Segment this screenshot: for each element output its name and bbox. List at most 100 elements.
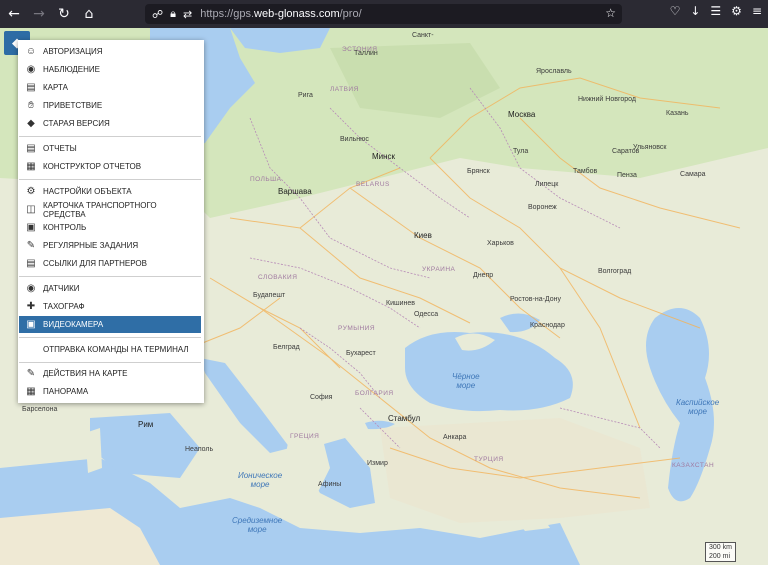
app-menu-icon[interactable]: ≡: [752, 4, 762, 18]
city-label: Липецк: [535, 181, 559, 188]
menu-item-label: НАБЛЮДЕНИЕ: [43, 65, 100, 74]
library-icon[interactable]: ☰: [710, 4, 721, 18]
city-label: Кишинев: [386, 300, 415, 307]
menu-item-reports[interactable]: ▤ ОТЧЕТЫ: [19, 140, 201, 157]
menu-item-object-settings[interactable]: ⚙ НАСТРОЙКИ ОБЪЕКТА: [19, 183, 201, 200]
menu-item-label: ДАТЧИКИ: [43, 284, 80, 293]
city-label: Ярославль: [536, 68, 572, 75]
control-icon: ▣: [26, 222, 36, 233]
city-label: София: [310, 394, 333, 401]
menu-divider: [19, 362, 201, 363]
city-label: Будапешт: [253, 292, 286, 299]
menu-item-send-command[interactable]: ОТПРАВКА КОМАНДЫ НА ТЕРМИНАЛ: [19, 341, 201, 358]
camera-icon: ▣: [26, 319, 36, 330]
menu-item-report-builder[interactable]: ▦ КОНСТРУКТОР ОТЧЕТОВ: [19, 158, 201, 175]
menu-item-label: СТАРАЯ ВЕРСИЯ: [43, 119, 110, 128]
country-label: ПОЛЬША: [250, 176, 282, 183]
url-prefix: https://gps.: [200, 8, 255, 20]
bookmark-star-icon[interactable]: ☆: [605, 6, 616, 20]
map-scale: 300 km 200 mi: [705, 542, 736, 562]
home-icon[interactable]: ⌂: [78, 3, 100, 25]
country-label: BELARUS: [356, 181, 390, 188]
menu-item-label: ОТПРАВКА КОМАНДЫ НА ТЕРМИНАЛ: [43, 345, 189, 354]
menu-item-panorama[interactable]: ▦ ПАНОРАМА: [19, 383, 201, 400]
forward-icon[interactable]: →: [28, 3, 50, 25]
menu-item-label: ПАНОРАМА: [43, 387, 89, 396]
city-label: Одесса: [414, 311, 439, 318]
menu-item-label: ТАХОГРАФ: [43, 302, 85, 311]
menu-item-label: ВИДЕОКАМЕРА: [43, 320, 104, 329]
menu-item-video-camera[interactable]: ▣ ВИДЕОКАМЕРА: [19, 316, 201, 333]
address-bar[interactable]: ☍ 🔒︎ ⇄ https://gps.web-glonass.com/pro/ …: [145, 4, 622, 24]
downloads-icon[interactable]: ↓: [690, 4, 700, 18]
sea-label: Каспийское море: [676, 398, 719, 416]
menu-item-label: ОТЧЕТЫ: [43, 144, 77, 153]
permissions-icon[interactable]: ⇄: [183, 8, 192, 21]
city-label: Минск: [372, 152, 396, 161]
back-icon[interactable]: ←: [3, 3, 25, 25]
menu-divider: [19, 179, 201, 180]
city-label: Белград: [273, 344, 300, 351]
menu-item-regular-tasks[interactable]: ✎ РЕГУЛЯРНЫЕ ЗАДАНИЯ: [19, 237, 201, 254]
menu-item-sensors[interactable]: ◉ ДАТЧИКИ: [19, 280, 201, 297]
lock-icon[interactable]: 🔒︎: [170, 7, 176, 21]
city-label: Днепр: [473, 272, 494, 279]
gear-icon: ⚙: [26, 186, 36, 197]
menu-item-label: ДЕЙСТВИЯ НА КАРТЕ: [43, 369, 128, 378]
shield-icon[interactable]: ☍: [152, 8, 163, 21]
menu-item-label: КОНСТРУКТОР ОТЧЕТОВ: [43, 162, 142, 171]
link-icon: ▤: [26, 258, 36, 269]
pocket-icon[interactable]: ♡: [670, 4, 681, 18]
sea-label: Чёрное море: [452, 372, 480, 390]
sensor-icon: ◉: [26, 283, 36, 294]
menu-item-label: ССЫЛКИ ДЛЯ ПАРТНЕРОВ: [43, 259, 147, 268]
menu-item-label: КОНТРОЛЬ: [43, 223, 87, 232]
country-label: УКРАИНА: [422, 266, 456, 273]
city-label: Рим: [138, 420, 154, 429]
url-path: /pro/: [339, 8, 362, 20]
map-icon: ▤: [26, 82, 36, 93]
menu-item-label: НАСТРОЙКИ ОБЪЕКТА: [43, 187, 132, 196]
city-label: Рига: [298, 92, 313, 99]
menu-item-vehicle-card[interactable]: ◫ КАРТОЧКА ТРАНСПОРТНОГО СРЕДСТВА: [19, 201, 201, 219]
reload-icon[interactable]: ↻: [53, 3, 75, 25]
scale-km: 300 km: [705, 542, 736, 552]
url-text[interactable]: https://gps.web-glonass.com/pro/: [200, 8, 361, 20]
city-label: Тула: [513, 148, 529, 155]
country-label: КАЗАХСТАН: [672, 462, 715, 469]
city-label: Варшава: [278, 187, 312, 196]
menu-item-map-actions[interactable]: ✎ ДЕЙСТВИЯ НА КАРТЕ: [19, 365, 201, 382]
menu-item-old-version[interactable]: ◆ СТАРАЯ ВЕРСИЯ: [19, 115, 201, 132]
browser-toolbar: ← → ↻ ⌂ ☍ 🔒︎ ⇄ https://gps.web-glonass.c…: [0, 0, 768, 28]
city-label: Измир: [367, 460, 388, 467]
country-label: СЛОВАКИЯ: [258, 274, 298, 281]
menu-item-monitoring[interactable]: ◉ НАБЛЮДЕНИЕ: [19, 61, 201, 78]
city-label: Ульяновск: [633, 144, 667, 151]
menu-item-label: РЕГУЛЯРНЫЕ ЗАДАНИЯ: [43, 241, 139, 250]
city-label: Краснодар: [530, 322, 565, 329]
country-label: ЛАТВИЯ: [330, 86, 359, 93]
menu-item-label: КАРТА: [43, 83, 68, 92]
toolbar-right-icons: ♡ ↓ ☰ ⚙ ≡: [670, 4, 762, 18]
extensions-icon[interactable]: ⚙: [731, 4, 742, 18]
menu-item-authorization[interactable]: ☺ АВТОРИЗАЦИЯ: [19, 43, 201, 60]
city-label: Волгоград: [598, 268, 632, 275]
hand-icon: ✋︎: [28, 100, 34, 111]
city-label: Вильнюс: [340, 136, 369, 143]
panorama-icon: ▦: [26, 386, 36, 397]
city-label: Киев: [414, 231, 432, 240]
sea-label: Средиземное море: [232, 516, 282, 534]
city-label: Нижний Новгород: [578, 96, 636, 103]
layers-icon: ◆: [27, 118, 35, 129]
menu-item-tachograph[interactable]: ✚ ТАХОГРАФ: [19, 298, 201, 315]
menu-item-control[interactable]: ▣ КОНТРОЛЬ: [19, 219, 201, 236]
pencil-icon: ✎: [26, 368, 36, 379]
city-label: Афины: [318, 481, 342, 488]
menu-item-partner-links[interactable]: ▤ ССЫЛКИ ДЛЯ ПАРТНЕРОВ: [19, 255, 201, 272]
city-label: Бухарест: [346, 350, 376, 357]
city-label: Ростов-на-Дону: [510, 296, 561, 303]
city-label: Харьков: [487, 240, 514, 247]
menu-item-map[interactable]: ▤ КАРТА: [19, 79, 201, 96]
menu-item-welcome[interactable]: ✋︎ ПРИВЕТСТВИЕ: [19, 97, 201, 114]
report-icon: ▤: [26, 143, 36, 154]
